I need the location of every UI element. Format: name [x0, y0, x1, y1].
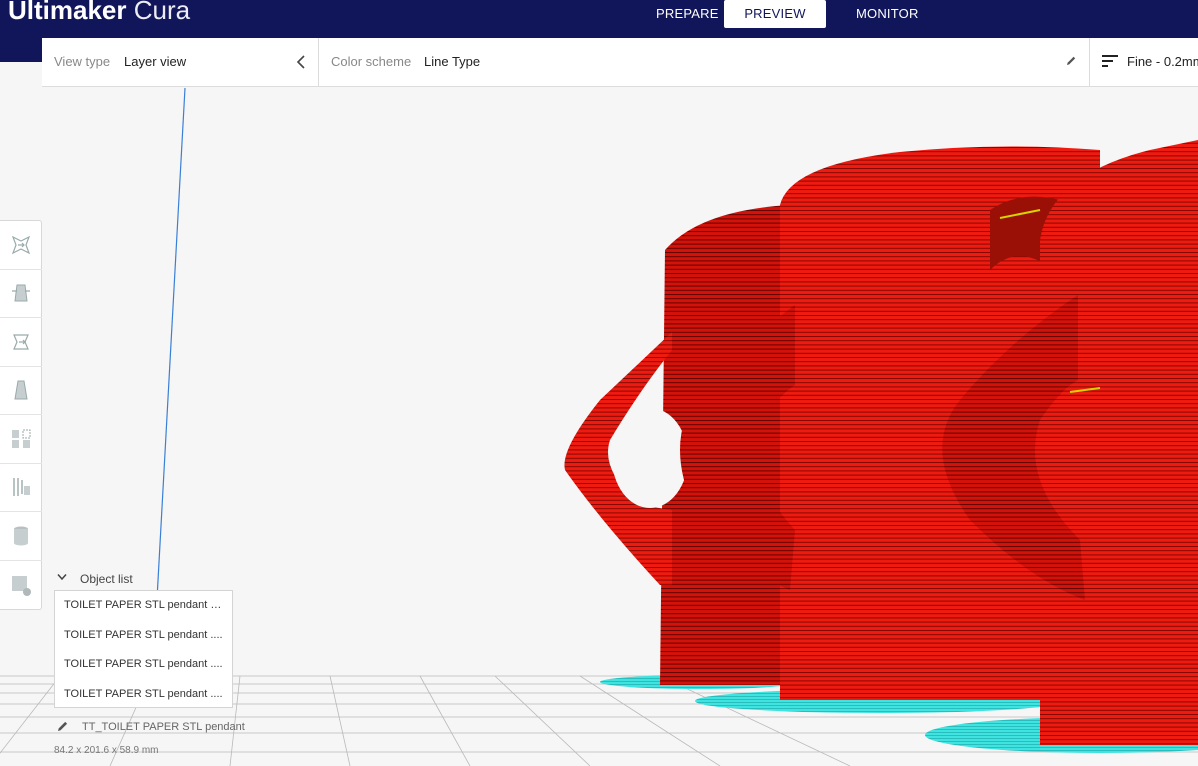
object-list-item[interactable]: TOILET PAPER STL pendant .... — [55, 621, 232, 651]
cylinder-tool-button[interactable] — [0, 512, 42, 561]
scale-icon — [12, 284, 30, 302]
custom-support-button[interactable] — [0, 561, 42, 610]
scale-tool-button[interactable] — [0, 270, 42, 318]
object-list-item[interactable]: TOILET PAPER STL pendant .... — [55, 680, 232, 710]
support-blocker-icon — [13, 478, 30, 497]
color-scheme-selector[interactable]: Color scheme Line Type — [319, 38, 1090, 86]
move-tool-button[interactable] — [0, 221, 42, 270]
stage-tabs: PREPARE PREVIEW MONITOR — [640, 0, 935, 28]
print-quality-selector[interactable]: Fine - 0.2mm — [1090, 38, 1198, 86]
object-list-item[interactable]: TOILET PAPER STL pendant .... — [55, 650, 232, 680]
edit-name-icon[interactable] — [56, 720, 69, 733]
mirror-tool-button[interactable] — [0, 367, 42, 415]
support-blocker-button[interactable] — [0, 464, 42, 512]
chevron-down-icon — [57, 574, 67, 581]
rotate-tool-button[interactable] — [0, 318, 42, 367]
selected-object-name: TT_TOILET PAPER STL pendant — [82, 721, 245, 733]
object-list-toggle[interactable]: Object list — [54, 570, 194, 588]
tab-preview[interactable]: PREVIEW — [724, 0, 826, 28]
rotate-icon — [13, 334, 29, 350]
tab-monitor[interactable]: MONITOR — [840, 0, 935, 28]
color-scheme-value: Line Type — [424, 54, 481, 69]
app-logo: Ultimaker Cura — [8, 0, 190, 31]
color-scheme-label: Color scheme — [331, 54, 412, 69]
tool-panel — [0, 220, 42, 610]
mirror-icon — [14, 380, 28, 400]
object-list-label: Object list — [80, 572, 133, 586]
cylinder-icon — [14, 526, 28, 546]
object-list: TOILET PAPER STL pendant .stl TOILET PAP… — [54, 590, 233, 708]
view-type-selector[interactable]: View type Layer view — [42, 38, 319, 86]
print-quality-label: Fine - 0.2mm — [1127, 54, 1198, 69]
move-icon — [11, 235, 31, 254]
brand-name-light: Cura — [133, 0, 191, 25]
per-model-settings-button[interactable] — [0, 415, 42, 464]
selected-object-info: TT_TOILET PAPER STL pendant — [54, 718, 314, 736]
object-list-item[interactable]: TOILET PAPER STL pendant .stl — [55, 591, 232, 621]
tab-prepare[interactable]: PREPARE — [640, 0, 724, 28]
view-options-bar: View type Layer view Color scheme Line T… — [42, 38, 1198, 87]
chevron-left-icon[interactable] — [296, 55, 306, 69]
print-settings-icon — [1102, 55, 1118, 67]
custom-support-icon — [12, 575, 31, 596]
view-type-label: View type — [54, 54, 111, 69]
object-dimensions: 84.2 x 201.6 x 58.9 mm — [54, 745, 159, 756]
brand-name-bold: Ultimaker — [8, 0, 127, 25]
view-type-value: Layer view — [124, 54, 187, 69]
pencil-icon[interactable] — [1065, 55, 1077, 67]
per-model-settings-icon — [12, 429, 31, 448]
